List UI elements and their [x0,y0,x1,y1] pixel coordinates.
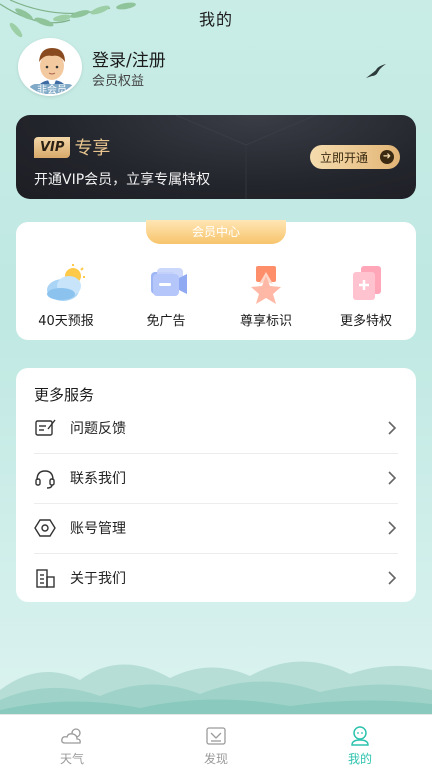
privilege-exclusive-badge[interactable]: 尊享标识 [216,264,316,334]
headset-icon [35,470,55,489]
login-register-link[interactable]: 登录/注册 [92,46,166,71]
privilege-40-day-forecast[interactable]: 40天预报 [16,264,116,334]
member-benefits-label: 会员权益 [92,74,145,89]
chevron-right-icon [388,521,397,535]
tab-label: 发现 [203,752,228,766]
service-label: 联系我们 [70,471,126,487]
weather-cloud-sun-icon [47,264,85,301]
building-icon [36,569,55,588]
discover-icon [206,727,226,745]
tab-discover[interactable]: 发现 [144,715,288,768]
avatar[interactable]: 非会员 [18,38,82,96]
bottom-tab-bar: 天气 发现 我的 [0,714,432,768]
arrow-right-icon: ➜ [380,150,394,164]
privilege-no-ads[interactable]: 免广告 [116,264,216,334]
star-badge-icon [251,266,281,304]
privilege-more[interactable]: 更多特权 [316,264,416,334]
chevron-right-icon [388,471,397,485]
member-status-badge: 非会员 [28,84,76,94]
page-title: 我的 [198,10,233,29]
swallow-icon [366,64,386,78]
profile-section[interactable]: 非会员 登录/注册 会员权益 [18,38,418,98]
vip-description: 开通VIP会员，立享专属特权 [34,172,211,188]
member-privileges: 40天预报 免广告 尊享标识 更多特权 [16,264,416,334]
member-center-card: 会员中心 40天预报 免广告 尊享标识 更多特权 [16,220,416,340]
privilege-label: 尊享标识 [239,314,292,329]
member-center-tab: 会员中心 [146,220,286,244]
services-title: 更多服务 [34,386,95,404]
feedback-icon [35,419,56,436]
service-about-us[interactable]: 关于我们 [34,553,398,603]
privilege-label: 更多特权 [339,314,392,329]
privilege-label: 40天预报 [38,314,94,329]
tab-profile[interactable]: 我的 [288,715,432,768]
tab-label: 我的 [347,752,372,766]
service-label: 关于我们 [70,571,126,587]
weather-icon [61,728,81,744]
open-vip-button[interactable]: 立即开通 ➜ [310,145,400,169]
service-label: 账号管理 [70,521,126,537]
privilege-label: 免广告 [146,314,186,329]
service-account-management[interactable]: 账号管理 [34,503,398,553]
vip-tag: VIP [34,136,71,158]
vip-title: 专享 [74,138,111,159]
tab-label: 天气 [59,752,84,766]
more-services-card: 更多服务 问题反馈 联系我们 账号管理 关于我们 [16,368,416,602]
profile-icon [351,726,369,746]
service-contact-us[interactable]: 联系我们 [34,453,398,503]
open-vip-button-label: 立即开通 [320,150,369,165]
vip-logo: VIP 专享 [34,135,110,159]
vip-card[interactable]: VIP 专享 开通VIP会员，立享专属特权 立即开通 ➜ [16,115,416,199]
no-ads-icon [151,268,187,296]
chevron-right-icon [388,571,397,585]
tab-weather[interactable]: 天气 [0,715,144,768]
more-privileges-icon [353,266,381,300]
mountain-background [0,661,432,720]
chevron-right-icon [388,421,397,435]
hexagon-settings-icon [34,519,56,537]
service-feedback[interactable]: 问题反馈 [34,403,398,453]
service-label: 问题反馈 [70,421,126,437]
